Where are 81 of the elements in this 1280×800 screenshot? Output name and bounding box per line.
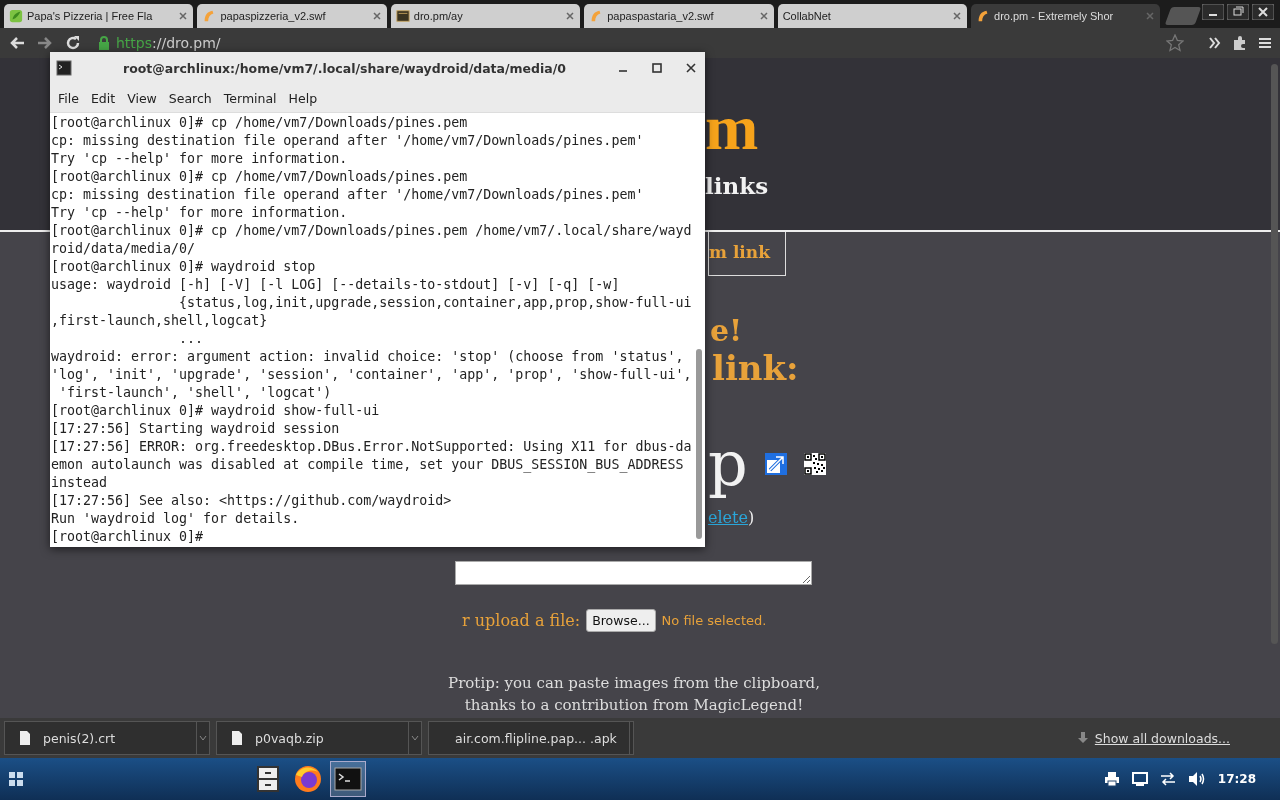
download-item[interactable]: p0vaqb.zip — [216, 721, 422, 755]
terminal-line: emon autolaunch was disabled at compile time, set your DBUS_SESSION_BUS_ADDRESS — [51, 456, 685, 474]
close-icon[interactable] — [685, 62, 697, 74]
terminal-line: cp: missing destination file operand after '/home/vm7/Downloads/pines.pem' — [51, 132, 645, 150]
menu-item[interactable]: View — [121, 90, 163, 106]
reload-icon[interactable] — [64, 34, 82, 52]
terminal-line: Try 'cp --help' for more information. — [51, 204, 349, 222]
terminal-line: roid/data/media/0/ — [51, 240, 197, 258]
browse-button[interactable]: Browse... — [586, 609, 656, 632]
file-icon[interactable] — [231, 730, 243, 746]
terminal-line: [root@archlinux 0]# cp /home/vm7/Downloads/pines.pem — [51, 114, 469, 132]
monitor-icon[interactable] — [1131, 771, 1148, 787]
show-all-downloads-link[interactable]: Show all downloads... — [1094, 730, 1230, 746]
terminal-line: {status,log,init,upgrade,session,container,app,prop,show-full-ui — [178, 294, 693, 312]
browser-tab[interactable]: dro.pm - Extremely Shor — [971, 4, 1161, 28]
terminal-line: 'log', 'init', 'upgrade', 'session', 'container', 'app', 'prop', 'show-full-ui', — [51, 366, 693, 384]
download-item[interactable]: penis(2).crt — [4, 721, 210, 755]
paren-text: ) — [747, 508, 755, 527]
clock-text: 17:28 — [1217, 772, 1257, 786]
download-item[interactable]: air.com.flipline.pap... .apk — [428, 721, 634, 755]
puzzle-icon[interactable] — [1232, 35, 1248, 51]
terminal-line: cp: missing destination file operand after '/home/vm7/Downloads/pines.pem' — [51, 186, 645, 204]
protip-text: Protip: you can paste images from the clipboard, thanks to a contribution from MagicLegend! — [447, 673, 821, 716]
page-icon[interactable] — [395, 9, 410, 23]
forward-arrow-icon[interactable] — [36, 35, 54, 51]
file-status-text: No file selected. — [661, 613, 767, 628]
terminal-line: Try 'cp --help' for more information. — [51, 150, 349, 168]
terminal-line: [root@archlinux 0]# cp /home/vm7/Downloads/pines.pem /home/vm7/.local/share/wayd — [51, 222, 693, 240]
terminal-line: [17:27:56] ERROR: org.freedesktop.DBus.Error.NotSupported: Using X11 for dbus-da — [51, 438, 693, 456]
terminal-line: [root@archlinux 0]# cp /home/vm7/Downloads/pines.pem — [51, 168, 469, 186]
download-icon[interactable] — [1076, 731, 1089, 745]
speaker-icon[interactable] — [1187, 771, 1206, 787]
lock-icon[interactable] — [98, 36, 110, 50]
terminal-line: [root@archlinux 0]# — [51, 528, 205, 546]
file-icon[interactable] — [19, 730, 31, 746]
terminal-line: ,first-launch,shell,logcat} — [51, 312, 269, 330]
menu-item[interactable]: Help — [282, 90, 324, 106]
terminal-line: Run 'waydroid log' for details. — [51, 510, 301, 528]
menu-item[interactable]: Terminal — [217, 90, 283, 106]
terminal-line: instead — [51, 474, 109, 492]
qr-code-icon[interactable] — [803, 453, 826, 475]
browser-tab[interactable]: CollabNet — [777, 4, 968, 28]
minimize-icon[interactable] — [1202, 4, 1224, 20]
external-link-icon[interactable] — [763, 452, 788, 476]
globe-icon — [292, 763, 324, 795]
start-icon[interactable] — [8, 771, 24, 787]
nav-link[interactable]: m link — [708, 232, 786, 276]
browser-tab[interactable]: dro.pm/ay — [390, 4, 581, 28]
heading-text: e! — [709, 314, 743, 348]
terminal-line: [17:27:56] Starting waydroid session — [51, 420, 341, 438]
terminal-line: ... — [178, 330, 205, 348]
browser-tab[interactable]: Papa's Pizzeria | Free Fla — [4, 4, 194, 28]
logo-text: m — [705, 96, 760, 160]
leaf-icon[interactable] — [9, 9, 23, 23]
network-icon[interactable] — [1159, 771, 1176, 787]
taskbar-app[interactable] — [330, 761, 366, 797]
menu-item[interactable]: Edit — [84, 90, 122, 106]
chevron-icon[interactable] — [1208, 36, 1222, 50]
menu-item[interactable]: Search — [162, 90, 218, 106]
star-icon[interactable] — [1166, 34, 1184, 52]
maximize-icon[interactable] — [651, 62, 663, 74]
url-text: https://dro.pm/ — [116, 35, 222, 51]
printer-icon[interactable] — [1103, 771, 1120, 787]
terminal-line: 'first-launch', 'shell', 'logcat') — [58, 384, 333, 402]
tagline-text: links — [705, 172, 770, 199]
terminal-line: [root@archlinux 0]# waydroid show-full-ui — [51, 402, 381, 420]
menu-icon[interactable] — [1258, 36, 1272, 50]
terminal-icon[interactable] — [56, 60, 72, 76]
close-icon[interactable] — [1252, 4, 1274, 20]
terminal-line: waydroid: error: argument action: invalid choice: 'stop' (choose from 'status', — [51, 348, 685, 366]
scrollbar[interactable] — [1271, 64, 1278, 644]
scrollbar-thumb[interactable] — [696, 349, 702, 539]
upload-label: r upload a file: — [461, 611, 581, 630]
back-arrow-icon[interactable] — [8, 35, 26, 51]
terminal-line: usage: waydroid [-h] [-V] [-l LOG] [--details-to-stdout] [-v] [-q] [-w] — [51, 276, 621, 294]
window-title: root@archlinux:/home/vm7/.local/share/waydroid/data/media/0 — [121, 60, 567, 76]
terminal-line: [root@archlinux 0]# waydroid stop — [51, 258, 317, 276]
menu-item[interactable]: File — [52, 90, 85, 106]
restore-icon[interactable] — [1227, 4, 1249, 20]
terminal-line: [17:27:56] See also: <https://github.com/waydroid> — [51, 492, 453, 510]
heading-text: link: — [711, 348, 799, 388]
